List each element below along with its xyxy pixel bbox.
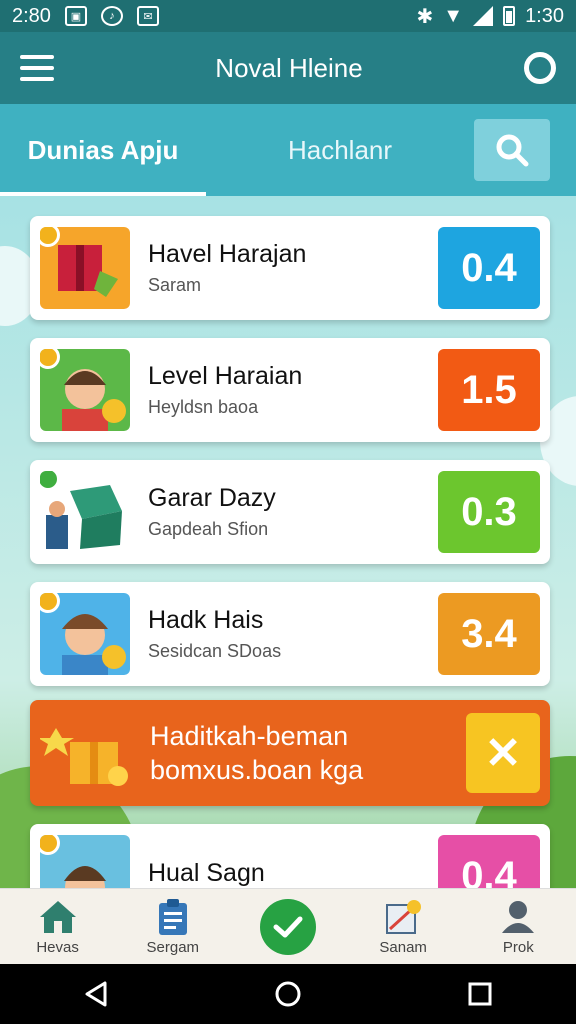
image-icon: ▣	[64, 6, 87, 26]
boy-avatar-icon	[40, 349, 130, 431]
item-list: Havel Harajan Saram 0.4 Level Haraian He…	[0, 196, 576, 888]
mail-icon: ✉	[136, 6, 159, 26]
tab-hachlanr[interactable]: Hachlanr	[206, 104, 474, 196]
item-title: Hadk Hais	[148, 606, 264, 634]
item-title: Level Haraian	[148, 362, 303, 390]
close-button[interactable]: ✕	[466, 713, 540, 793]
menu-icon[interactable]	[20, 55, 54, 81]
item-subtitle: Sesidcan SDoas	[148, 641, 282, 661]
app-title: Noval Hleine	[215, 52, 363, 83]
search-icon	[496, 134, 529, 167]
nav-item-hevas[interactable]: Hevas	[8, 897, 108, 956]
item-title: Garar Dazy	[148, 484, 276, 512]
list-item[interactable]: Hadk Hais Sesidcan SDoas 3.4	[30, 582, 550, 686]
item-subtitle: Saram	[148, 275, 202, 295]
bottom-navigation: Hevas Sergam Sanam Prok	[0, 888, 576, 964]
wifi-icon: ▼	[443, 4, 464, 27]
nav-item-check[interactable]	[238, 898, 338, 955]
tab-bar: Dunias Apju Hachlanr	[0, 104, 576, 196]
boy-avatar-icon	[40, 593, 130, 675]
list-item[interactable]: Garar Dazy Gapdeah Sfion 0.3	[30, 460, 550, 564]
bluetooth-icon: ✱	[416, 5, 434, 28]
map-icon	[384, 897, 422, 937]
nav-label: Hevas	[36, 939, 79, 956]
tab-dunias-apju[interactable]: Dunias Apju	[0, 104, 206, 196]
profile-icon	[500, 897, 536, 937]
recents-button[interactable]	[450, 964, 510, 1024]
status-time: 2:80	[12, 4, 51, 27]
circle-icon[interactable]	[524, 52, 556, 84]
item-title: Hual Sagn	[148, 858, 265, 887]
item-subtitle: Heyldsn baoa	[148, 397, 259, 417]
close-icon: ✕	[484, 728, 522, 778]
gift-box-icon	[40, 712, 130, 794]
check-icon	[259, 898, 316, 955]
gift-box-icon	[40, 227, 130, 309]
back-button[interactable]	[66, 964, 126, 1024]
app-bar: Noval Hleine	[0, 32, 576, 104]
score-badge: 1.5	[438, 349, 540, 431]
money-box-icon	[40, 471, 130, 553]
music-icon: ♪	[100, 6, 123, 26]
bonus-promo-banner[interactable]: Haditkah-beman bomxus.boan kga ✕	[30, 700, 550, 806]
item-title: Havel Harajan	[148, 240, 307, 268]
nav-item-sanam[interactable]: Sanam	[353, 897, 453, 956]
score-badge: 3.4	[438, 593, 540, 675]
nav-label: Sergam	[146, 939, 200, 956]
score-badge: 0.4	[438, 835, 540, 888]
home-button[interactable]	[258, 964, 318, 1024]
status-clock: 1:30	[525, 4, 564, 27]
back-icon	[85, 981, 107, 1007]
nav-item-sergam[interactable]: Sergam	[123, 897, 223, 956]
promo-line-1: Haditkah-beman	[150, 721, 349, 751]
recents-icon	[468, 982, 492, 1006]
item-subtitle: Gapdeah Sfion	[148, 519, 269, 539]
list-item[interactable]: Havel Harajan Saram 0.4	[30, 216, 550, 320]
nav-label: Prok	[502, 939, 534, 956]
score-badge: 0.4	[438, 227, 540, 309]
promo-line-2: bomxus.boan kga	[150, 755, 364, 785]
signal-icon	[473, 6, 494, 26]
nav-item-prok[interactable]: Prok	[468, 897, 568, 956]
list-item[interactable]: Hual Sagn 0.4	[30, 824, 550, 888]
status-bar: 2:80 ▣ ♪ ✉ ✱ ▼ 1:30	[0, 0, 576, 32]
boy-avatar-icon	[40, 835, 130, 888]
battery-icon	[503, 6, 516, 26]
list-item[interactable]: Level Haraian Heyldsn baoa 1.5	[30, 338, 550, 442]
system-navigation-bar	[0, 964, 576, 1024]
home-icon	[38, 897, 78, 937]
search-button[interactable]	[474, 119, 550, 181]
home-circle-icon	[275, 981, 301, 1007]
clipboard-icon	[156, 897, 190, 937]
nav-label: Sanam	[379, 939, 427, 956]
score-badge: 0.3	[438, 471, 540, 553]
